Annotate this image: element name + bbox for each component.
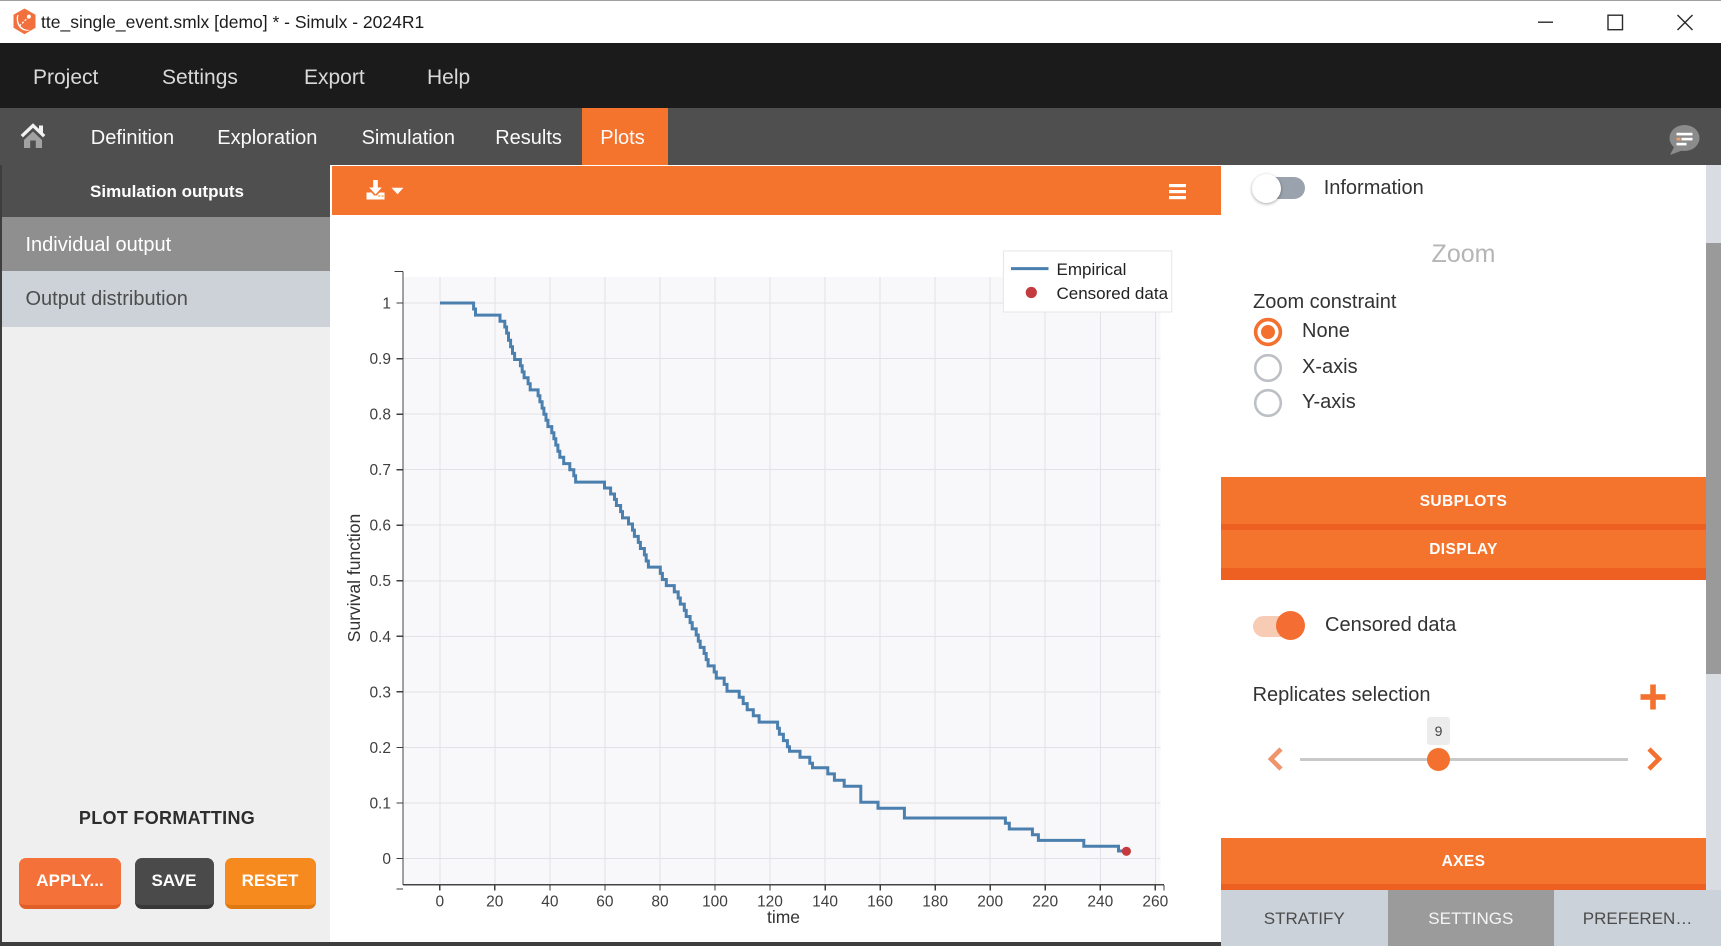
svg-text:140: 140 xyxy=(812,894,838,911)
svg-text:20: 20 xyxy=(486,894,504,911)
svg-text:time: time xyxy=(767,907,800,927)
svg-text:240: 240 xyxy=(1087,894,1113,911)
svg-text:0.2: 0.2 xyxy=(369,740,391,757)
svg-text:60: 60 xyxy=(596,894,614,911)
svg-text:0.8: 0.8 xyxy=(369,407,391,424)
svg-text:200: 200 xyxy=(977,894,1003,911)
svg-text:220: 220 xyxy=(1032,894,1058,911)
svg-text:260: 260 xyxy=(1142,894,1168,911)
svg-text:180: 180 xyxy=(922,894,948,911)
svg-text:Survival function: Survival function xyxy=(344,514,364,642)
svg-text:1: 1 xyxy=(382,296,391,313)
svg-text:80: 80 xyxy=(651,894,669,911)
svg-text:0.7: 0.7 xyxy=(369,462,391,479)
svg-text:0.6: 0.6 xyxy=(369,518,391,535)
svg-text:0.4: 0.4 xyxy=(369,629,391,646)
svg-text:0.1: 0.1 xyxy=(369,796,391,813)
svg-text:0.9: 0.9 xyxy=(369,351,391,368)
svg-text:0.3: 0.3 xyxy=(369,684,391,701)
svg-text:Censored data: Censored data xyxy=(1057,284,1169,303)
svg-text:100: 100 xyxy=(702,894,728,911)
svg-text:0: 0 xyxy=(435,894,444,911)
svg-text:40: 40 xyxy=(541,894,559,911)
svg-text:0.5: 0.5 xyxy=(369,573,391,590)
svg-text:0: 0 xyxy=(382,851,391,868)
svg-text:Empirical: Empirical xyxy=(1057,260,1127,279)
svg-text:160: 160 xyxy=(867,894,893,911)
